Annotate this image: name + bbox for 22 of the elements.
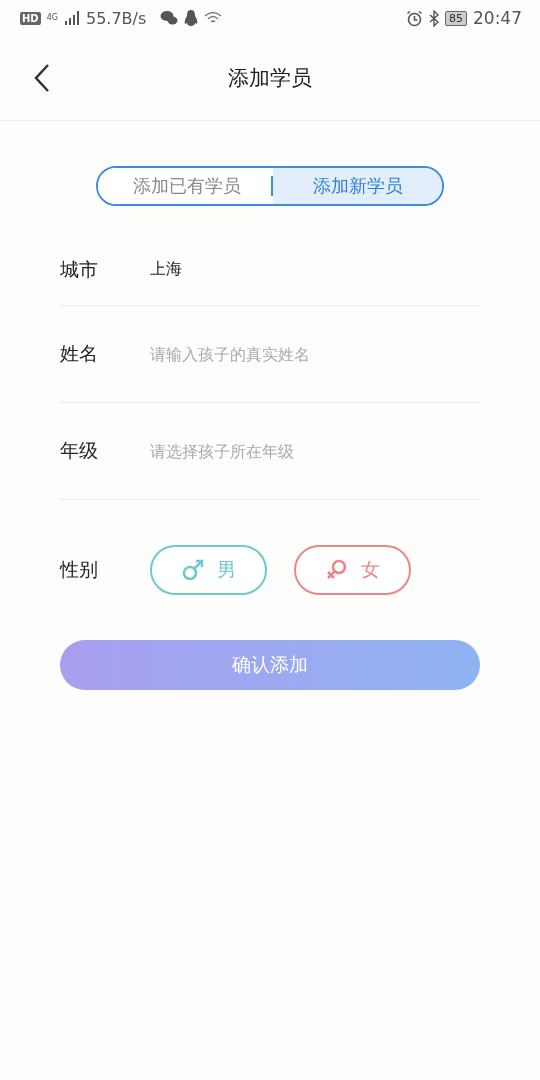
- bluetooth-icon: [429, 9, 439, 27]
- field-label: 姓名: [60, 341, 99, 366]
- field-label: 城市: [60, 256, 99, 282]
- field-value[interactable]: 上海: [150, 259, 182, 280]
- clock-time: 20:47: [473, 8, 522, 28]
- gender-option[interactable]: 女: [294, 545, 411, 595]
- network-speed: 55.7B/s: [85, 8, 147, 28]
- battery-level: 85: [445, 10, 467, 26]
- network-type: 4G: [46, 14, 58, 22]
- page-title: 添加学员: [228, 65, 312, 92]
- tab[interactable]: 添加新学员: [273, 168, 442, 204]
- field-label: 年级: [60, 438, 99, 463]
- penguin-icon: [184, 9, 199, 27]
- gender-option[interactable]: 男: [150, 545, 267, 595]
- hd-badge: HD: [20, 11, 41, 25]
- input-field[interactable]: 请输入孩子的真实姓名: [150, 344, 480, 364]
- input-field[interactable]: 请选择孩子所在年级: [150, 441, 480, 461]
- signal-icon: [63, 10, 80, 26]
- alarm-clock-icon: [406, 9, 423, 27]
- field-label: 性别: [60, 557, 99, 582]
- chat-bubbles-icon: [160, 10, 179, 26]
- male-symbol-icon: [181, 558, 205, 582]
